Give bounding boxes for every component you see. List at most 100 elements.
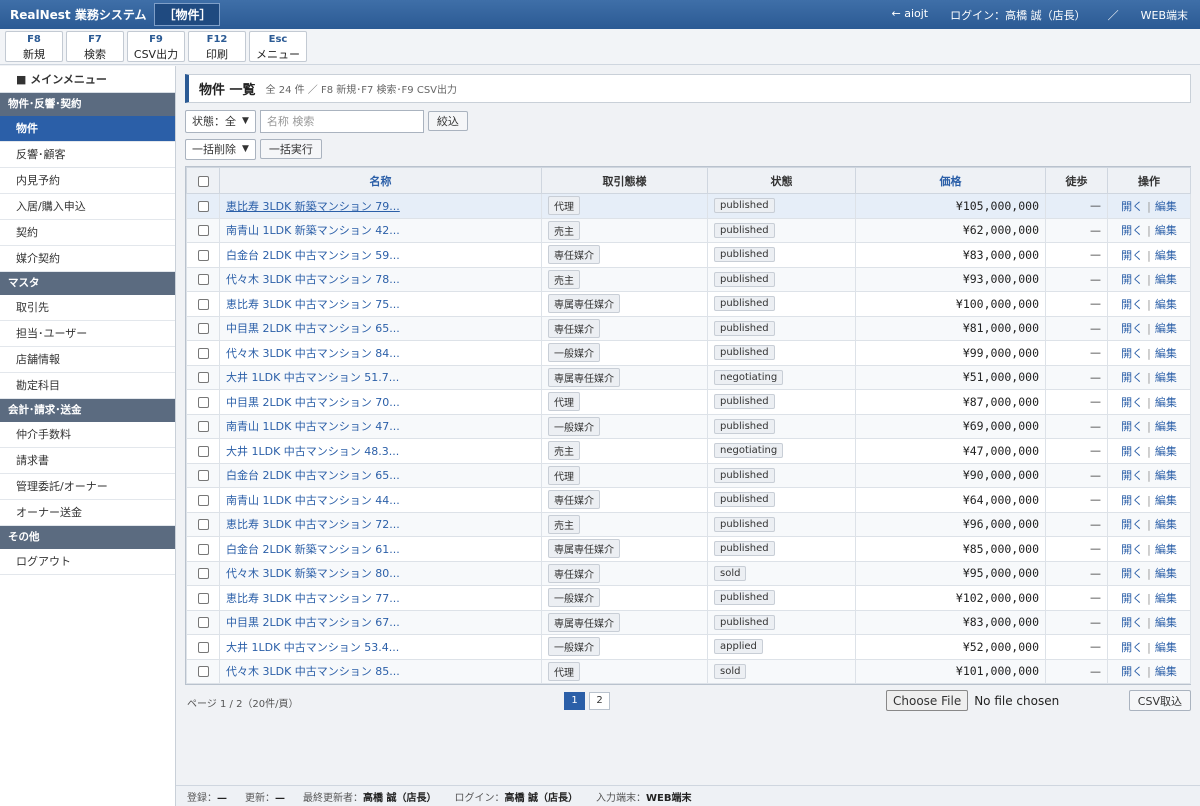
- edit-link[interactable]: 編集: [1155, 518, 1177, 531]
- table-row[interactable]: 代々木 3LDK 中古マンション 85... 代理 sold ¥101,000,000…: [186, 658, 1191, 684]
- row-checkbox[interactable]: [197, 372, 209, 384]
- row-checkbox[interactable]: [197, 249, 209, 261]
- row-checkbox[interactable]: [197, 347, 209, 359]
- open-link[interactable]: 開く: [1121, 420, 1143, 433]
- csv-import-button[interactable]: CSV取込: [1128, 690, 1191, 711]
- edit-link[interactable]: 編集: [1155, 665, 1177, 678]
- open-link[interactable]: 開く: [1121, 543, 1143, 556]
- property-name-link[interactable]: 白金台 2LDK 中古マンション 59...: [226, 249, 400, 262]
- sidebar-item-brokerage-contracts[interactable]: 媒介契約: [0, 246, 175, 272]
- property-name-link[interactable]: 中目黒 2LDK 中古マンション 65...: [226, 322, 400, 335]
- property-name-link[interactable]: 白金台 2LDK 新築マンション 61...: [226, 543, 400, 556]
- property-name-link[interactable]: 恵比寿 3LDK 中古マンション 75...: [226, 298, 400, 311]
- row-checkbox[interactable]: [197, 225, 209, 237]
- property-name-link[interactable]: 代々木 3LDK 中古マンション 84...: [226, 347, 400, 360]
- property-name-link[interactable]: 南青山 1LDK 中古マンション 44...: [226, 494, 400, 507]
- row-checkbox[interactable]: [197, 421, 209, 433]
- edit-link[interactable]: 編集: [1155, 420, 1177, 433]
- sidebar-item-viewings[interactable]: 内見予約: [0, 168, 175, 194]
- edit-link[interactable]: 編集: [1155, 371, 1177, 384]
- property-name-link[interactable]: 代々木 3LDK 新築マンション 80...: [226, 567, 400, 580]
- row-checkbox[interactable]: [197, 568, 209, 580]
- table-row[interactable]: 代々木 3LDK 新築マンション 80... 専任媒介 sold ¥95,000,00…: [186, 560, 1191, 586]
- row-checkbox[interactable]: [197, 494, 209, 506]
- open-link[interactable]: 開く: [1121, 445, 1143, 458]
- table-row[interactable]: 中目黒 2LDK 中古マンション 65... 専任媒介 published ¥81,0…: [186, 315, 1191, 341]
- page-1-button[interactable]: 1: [564, 692, 585, 710]
- f8-new-button[interactable]: F8 新規: [5, 31, 63, 62]
- row-checkbox[interactable]: [197, 617, 209, 629]
- open-link[interactable]: 開く: [1121, 665, 1143, 678]
- open-link[interactable]: 開く: [1121, 249, 1143, 262]
- open-link[interactable]: 開く: [1121, 494, 1143, 507]
- open-link[interactable]: 開く: [1121, 298, 1143, 311]
- property-name-link[interactable]: 白金台 2LDK 中古マンション 65...: [226, 469, 400, 482]
- property-name-link[interactable]: 大井 1LDK 中古マンション 51.7...: [226, 371, 399, 384]
- edit-link[interactable]: 編集: [1155, 249, 1177, 262]
- table-row[interactable]: 中目黒 2LDK 中古マンション 67... 専属専任媒介 published ¥83…: [186, 609, 1191, 635]
- property-name-link[interactable]: 恵比寿 3LDK 新築マンション 79...: [226, 200, 400, 213]
- edit-link[interactable]: 編集: [1155, 224, 1177, 237]
- choose-file-button[interactable]: Choose File: [886, 690, 969, 711]
- edit-link[interactable]: 編集: [1155, 396, 1177, 409]
- edit-link[interactable]: 編集: [1155, 347, 1177, 360]
- sidebar-item-store-info[interactable]: 店舗情報: [0, 347, 175, 373]
- filter-button[interactable]: 絞込: [427, 111, 468, 131]
- row-checkbox[interactable]: [197, 298, 209, 310]
- open-link[interactable]: 開く: [1121, 469, 1143, 482]
- row-checkbox[interactable]: [197, 274, 209, 286]
- row-checkbox[interactable]: [197, 641, 209, 653]
- open-link[interactable]: 開く: [1121, 567, 1143, 580]
- table-row[interactable]: 白金台 2LDK 中古マンション 59... 専任媒介 published ¥83,0…: [186, 242, 1191, 268]
- back-link[interactable]: ← aiojt: [892, 7, 929, 23]
- f12-print-button[interactable]: F12 印刷: [188, 31, 246, 62]
- property-name-link[interactable]: 恵比寿 3LDK 中古マンション 77...: [226, 592, 400, 605]
- open-link[interactable]: 開く: [1121, 518, 1143, 531]
- table-row[interactable]: 大井 1LDK 中古マンション 51.7... 専属専任媒介 negotiating…: [186, 364, 1191, 390]
- page-2-button[interactable]: 2: [589, 692, 610, 710]
- status-filter-select[interactable]: 状態：全 ▼: [185, 109, 256, 133]
- row-checkbox[interactable]: [197, 323, 209, 335]
- property-name-link[interactable]: 中目黒 2LDK 中古マンション 70...: [226, 396, 400, 409]
- edit-link[interactable]: 編集: [1155, 616, 1177, 629]
- edit-link[interactable]: 編集: [1155, 469, 1177, 482]
- open-link[interactable]: 開く: [1121, 322, 1143, 335]
- name-search-input[interactable]: 名称 検索: [259, 109, 424, 133]
- sidebar-item-applications[interactable]: 入居/購入申込: [0, 194, 175, 220]
- f9-csv-export-button[interactable]: F9 CSV出力: [127, 31, 185, 62]
- open-link[interactable]: 開く: [1121, 592, 1143, 605]
- select-all-checkbox[interactable]: [197, 175, 209, 187]
- property-name-link[interactable]: 代々木 3LDK 中古マンション 85...: [226, 665, 400, 678]
- esc-menu-button[interactable]: Esc メニュー: [249, 31, 307, 62]
- row-checkbox[interactable]: [197, 543, 209, 555]
- open-link[interactable]: 開く: [1121, 347, 1143, 360]
- table-row[interactable]: 恵比寿 3LDK 中古マンション 72... 売主 published ¥96,000…: [186, 511, 1191, 537]
- sidebar-item-logout[interactable]: ログアウト: [0, 549, 175, 575]
- edit-link[interactable]: 編集: [1155, 298, 1177, 311]
- row-checkbox[interactable]: [197, 592, 209, 604]
- table-row[interactable]: 白金台 2LDK 中古マンション 65... 代理 published ¥90,000…: [186, 462, 1191, 488]
- edit-link[interactable]: 編集: [1155, 494, 1177, 507]
- table-row[interactable]: 中目黒 2LDK 中古マンション 70... 代理 published ¥87,000…: [186, 389, 1191, 415]
- row-checkbox[interactable]: [197, 519, 209, 531]
- property-name-link[interactable]: 代々木 3LDK 中古マンション 78...: [226, 273, 400, 286]
- table-row[interactable]: 大井 1LDK 中古マンション 48.3... 売主 negotiating ¥47,…: [186, 438, 1191, 464]
- row-checkbox[interactable]: [197, 200, 209, 212]
- row-checkbox[interactable]: [197, 666, 209, 678]
- table-row[interactable]: 代々木 3LDK 中古マンション 84... 一般媒介 published ¥99,0…: [186, 340, 1191, 366]
- table-row[interactable]: 南青山 1LDK 中古マンション 44... 専任媒介 published ¥64,0…: [186, 487, 1191, 513]
- table-row[interactable]: 南青山 1LDK 新築マンション 42... 売主 published ¥62,000…: [186, 217, 1191, 243]
- row-checkbox[interactable]: [197, 445, 209, 457]
- table-row[interactable]: 恵比寿 3LDK 中古マンション 77... 一般媒介 published ¥102,…: [186, 585, 1191, 611]
- sidebar-item-accounts[interactable]: 勘定科目: [0, 373, 175, 399]
- edit-link[interactable]: 編集: [1155, 641, 1177, 654]
- main-menu-link[interactable]: ■ メインメニュー: [0, 66, 175, 93]
- edit-link[interactable]: 編集: [1155, 567, 1177, 580]
- col-price[interactable]: 価格: [855, 167, 1046, 194]
- sidebar-item-properties[interactable]: 物件: [0, 116, 175, 142]
- edit-link[interactable]: 編集: [1155, 592, 1177, 605]
- edit-link[interactable]: 編集: [1155, 273, 1177, 286]
- property-name-link[interactable]: 大井 1LDK 中古マンション 48.3...: [226, 445, 399, 458]
- table-row[interactable]: 白金台 2LDK 新築マンション 61... 専属専任媒介 published ¥85…: [186, 536, 1191, 562]
- sidebar-item-users[interactable]: 担当･ユーザー: [0, 321, 175, 347]
